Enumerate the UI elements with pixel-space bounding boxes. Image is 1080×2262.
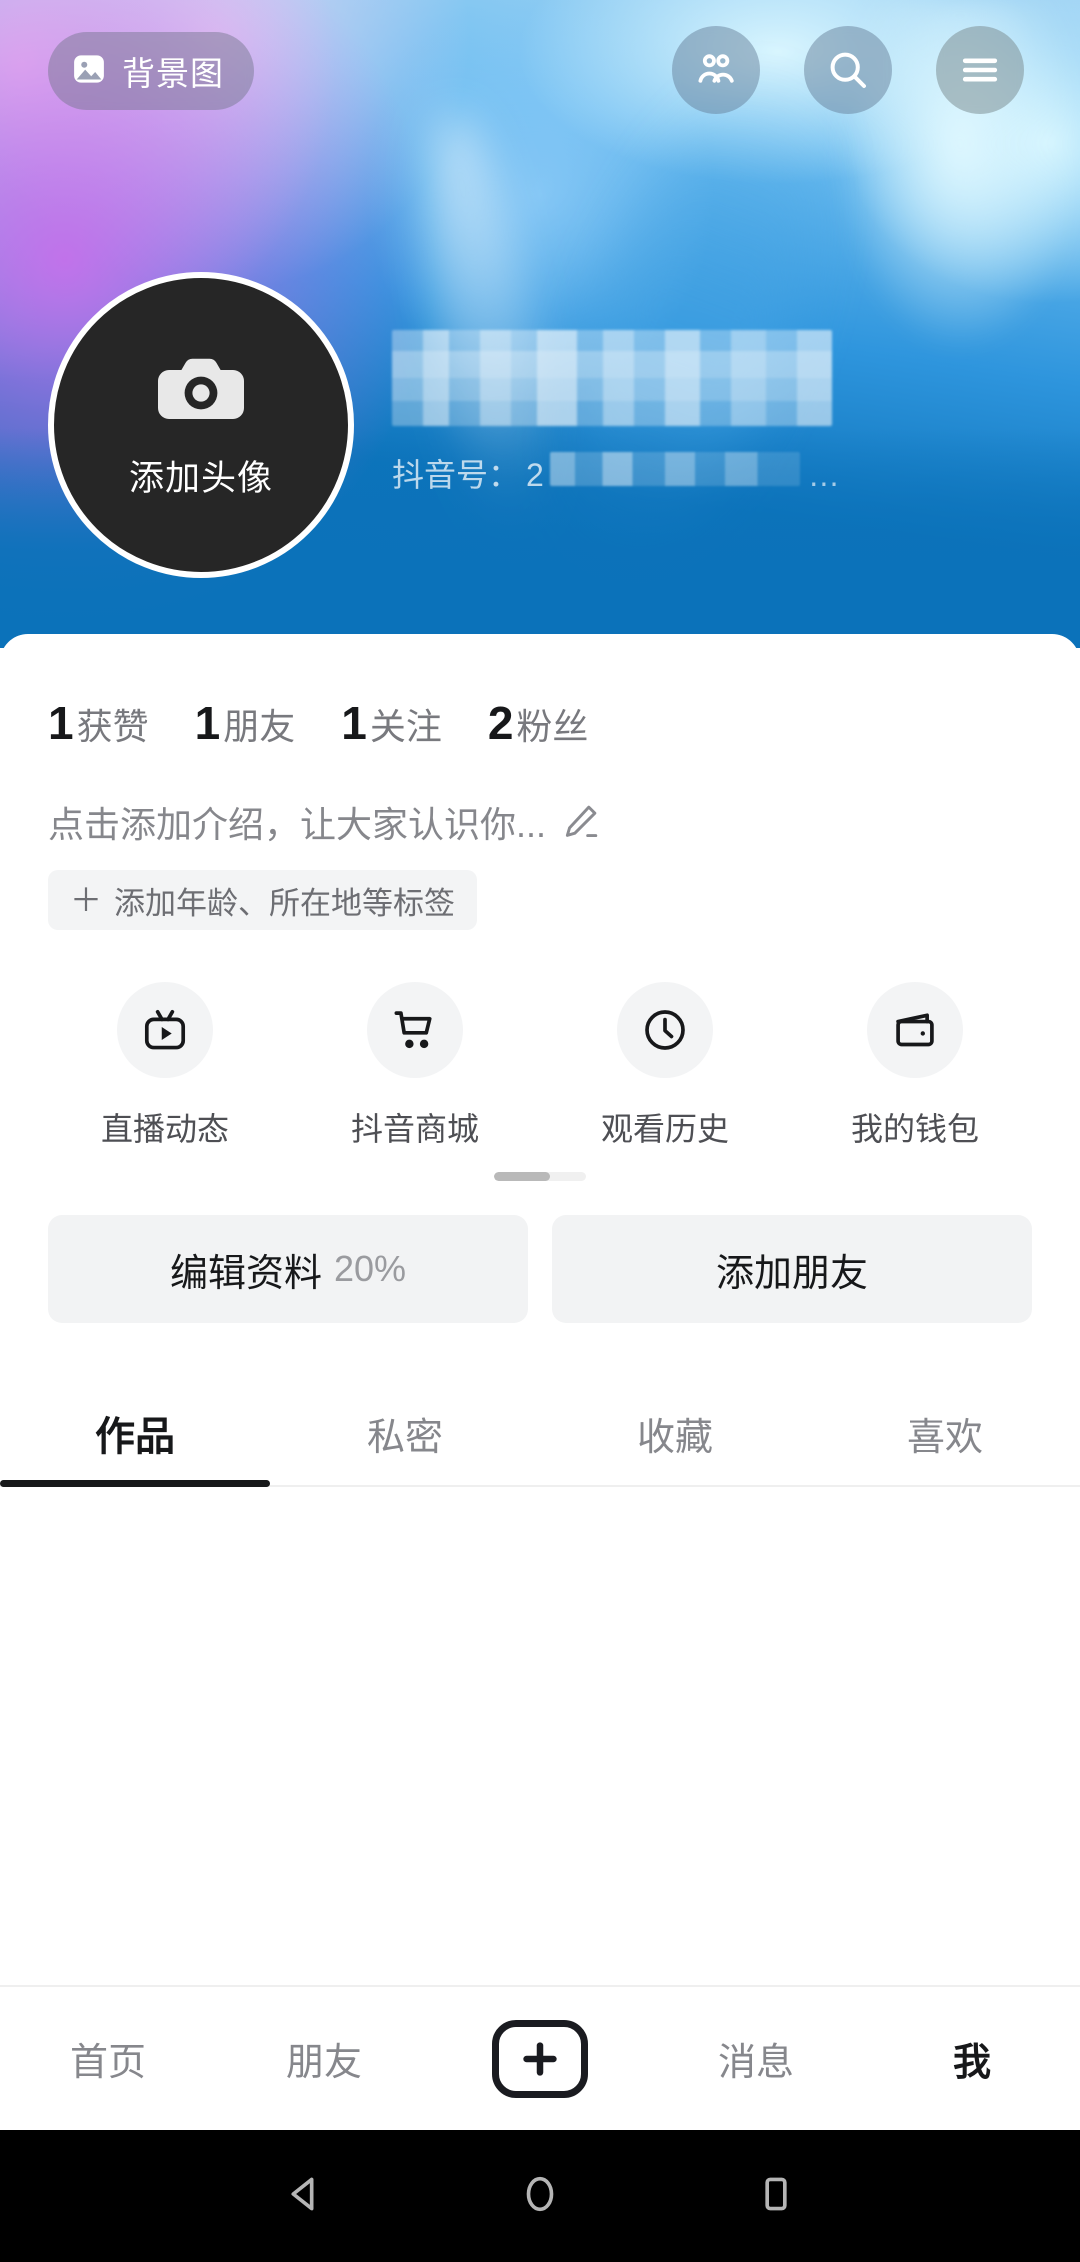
search-button[interactable] [804,26,892,114]
cart-icon [367,982,463,1078]
quick-action-label: 抖音商城 [350,1111,479,1147]
avatar-add-label: 添加头像 [128,459,273,498]
menu-button[interactable] [936,26,1024,114]
edit-profile-percent: 20% [333,1248,407,1289]
cover-image-button[interactable]: 背景图 [48,32,254,110]
live-tv-icon [117,982,213,1078]
camera-icon [155,349,247,432]
stat-value: 1 [194,697,221,749]
tab-label: 私密 [366,1416,443,1459]
edit-profile-label: 编辑资料 [169,1252,322,1295]
home-circle-icon[interactable] [517,2171,563,2222]
plus-icon [492,2019,588,2098]
bio-placeholder: 点击添加介绍，让大家认识你... [48,804,547,845]
pencil-icon[interactable] [558,800,602,844]
douyin-id-ellipsis: … [807,457,840,493]
douyin-id-masked [549,452,800,486]
back-triangle-icon[interactable] [281,2171,327,2222]
add-tags-button[interactable]: ＋ 添加年龄、所在地等标签 [48,870,478,930]
stat-value: 1 [341,697,367,749]
nav-friends[interactable]: 朋友 [216,2031,432,2086]
quick-action-label: 直播动态 [100,1111,229,1147]
nav-profile[interactable]: 我 [864,2031,1080,2086]
stat-likes[interactable]: 1 获赞 [48,696,149,750]
add-friend-button[interactable]: 添加朋友 [552,1215,1032,1323]
tab-favorites[interactable]: 收藏 [540,1379,810,1487]
nav-label: 首页 [69,2042,146,2084]
stat-following[interactable]: 1 关注 [341,696,442,750]
nav-label: 我 [952,2042,991,2084]
tab-label: 喜欢 [906,1416,983,1459]
profile-card: 1 获赞 1 朋友 1 关注 2 粉丝 点击添加介绍，让大家认识你... ＋ 添… [0,634,1080,1962]
quick-action-mall[interactable]: 抖音商城 [290,982,540,1150]
quick-action-history[interactable]: 观看历史 [540,982,790,1150]
stat-label: 关注 [369,706,442,747]
tab-liked[interactable]: 喜欢 [810,1379,1080,1487]
wallet-icon [867,982,963,1078]
cover-image-button-label: 背景图 [122,55,224,92]
quick-action-label: 观看历史 [600,1111,729,1147]
tab-private[interactable]: 私密 [270,1379,540,1487]
tab-label: 收藏 [636,1416,713,1459]
plus-icon: ＋ [70,882,103,918]
clock-icon [617,982,713,1078]
friends-button[interactable] [672,26,760,114]
avatar[interactable]: 添加头像 [48,272,354,578]
avatar-container[interactable]: 添加头像 [48,272,354,578]
douyin-id-value: 2 [526,457,544,493]
bottom-navigation: 首页 朋友 消息 我 [0,1985,1080,2130]
nickname-masked [392,330,832,426]
edit-profile-button[interactable]: 编辑资料 20% [48,1215,528,1323]
tag-row: ＋ 添加年龄、所在地等标签 [0,848,1080,930]
douyin-id-row[interactable]: 抖音号： 2 … [392,450,952,496]
nav-home[interactable]: 首页 [0,2031,216,2086]
quick-action-live[interactable]: 直播动态 [40,982,290,1150]
stats-row: 1 获赞 1 朋友 1 关注 2 粉丝 [0,634,1080,750]
bio-row[interactable]: 点击添加介绍，让大家认识你... [0,750,1080,848]
quick-action-wallet[interactable]: 我的钱包 [790,982,1040,1150]
stat-friends[interactable]: 1 朋友 [195,696,296,750]
quick-actions-scroll-indicator [494,1172,586,1181]
android-navigation-bar [0,2130,1080,2262]
profile-name-block[interactable]: 抖音号： 2 … [392,330,952,496]
recents-square-icon[interactable] [753,2171,799,2222]
top-bar: 背景图 [0,0,1080,148]
nav-label: 消息 [717,2042,794,2084]
content-tabs: 作品 私密 收藏 喜欢 [0,1379,1080,1487]
stat-value: 2 [487,697,514,749]
image-icon [70,50,108,93]
quick-actions-row: 直播动态 抖音商城 观看历史 我的钱包 [0,930,1080,1150]
add-friend-label: 添加朋友 [715,1252,868,1295]
stat-followers[interactable]: 2 粉丝 [488,696,589,750]
douyin-id-label: 抖音号： [392,457,521,493]
nav-messages[interactable]: 消息 [648,2031,864,2086]
quick-action-label: 我的钱包 [850,1111,979,1147]
add-tags-label: 添加年龄、所在地等标签 [114,885,456,921]
tab-active-indicator [0,1480,270,1487]
stat-label: 获赞 [76,706,149,747]
tab-label: 作品 [95,1415,175,1459]
action-buttons-row: 编辑资料 20% 添加朋友 [0,1181,1080,1323]
stat-label: 粉丝 [516,706,589,747]
stat-value: 1 [48,697,74,749]
nav-create-button[interactable] [432,2019,648,2098]
tab-works[interactable]: 作品 [0,1379,270,1487]
stat-label: 朋友 [223,706,296,747]
nav-label: 朋友 [285,2042,362,2084]
